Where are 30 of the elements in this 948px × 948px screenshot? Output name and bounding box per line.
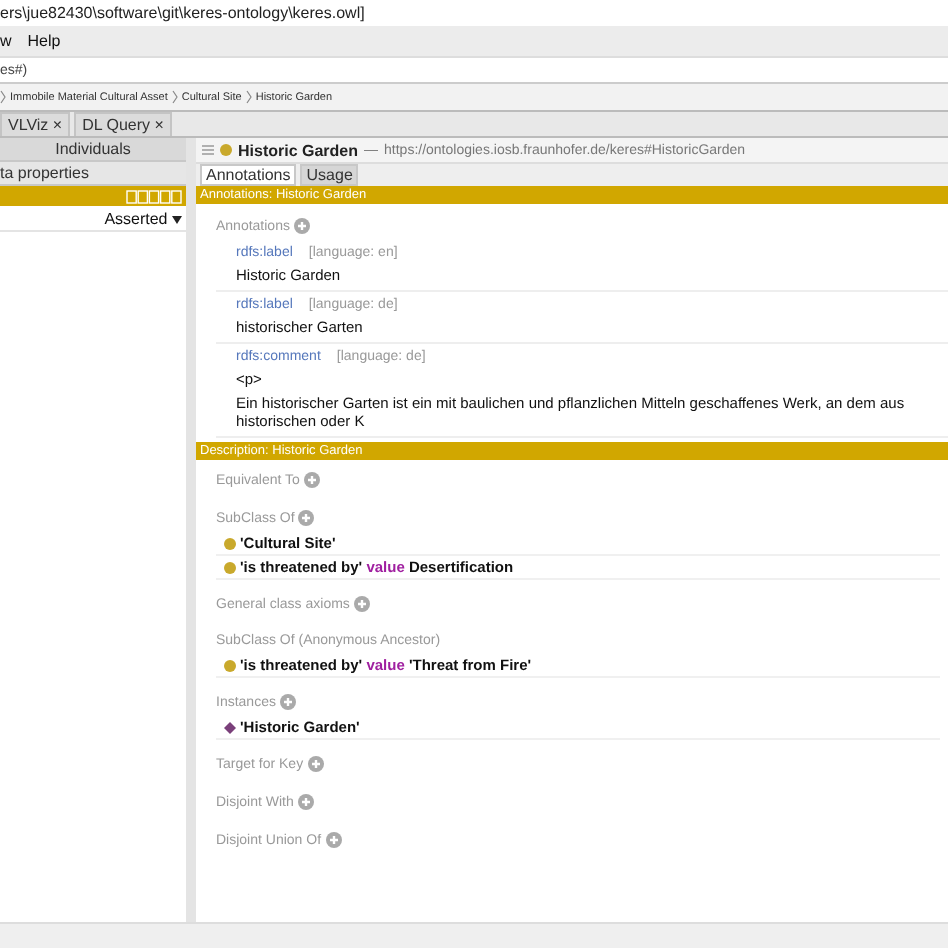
- class-dot-icon: [220, 144, 232, 156]
- add-icon[interactable]: [293, 218, 310, 234]
- tab[interactable]: Usage: [300, 164, 359, 186]
- chevron-icon: [245, 90, 252, 104]
- chevron-icon: [171, 90, 178, 104]
- add-icon[interactable]: [279, 694, 296, 710]
- class-dot-icon: [224, 537, 236, 549]
- tab[interactable]: Annotations: [200, 164, 297, 186]
- window-title: ers\jue82430\software\git\keres-ontology\keres.owl]: [0, 4, 365, 22]
- add-icon[interactable]: [298, 510, 315, 526]
- chevron-icon: [0, 90, 6, 104]
- menu-icon[interactable]: [202, 144, 214, 156]
- view-controls-icon[interactable]: [126, 189, 182, 203]
- class-dot-icon: [224, 659, 236, 671]
- add-icon[interactable]: [303, 472, 320, 488]
- add-icon[interactable]: [297, 794, 314, 810]
- panel-tab[interactable]: Individuals: [0, 138, 186, 162]
- menu-item[interactable]: w: [0, 32, 12, 50]
- add-icon[interactable]: [353, 596, 370, 612]
- class-dot-icon: [224, 561, 236, 573]
- panel-tab[interactable]: ta properties: [0, 162, 186, 186]
- menu-item[interactable]: Help: [27, 32, 61, 50]
- tab[interactable]: DL Query ×: [74, 112, 172, 136]
- individual-diamond-icon: [224, 721, 236, 733]
- asserted-dropdown[interactable]: Asserted: [100, 209, 186, 227]
- add-icon[interactable]: [307, 756, 324, 772]
- add-icon[interactable]: [325, 832, 342, 848]
- caret-icon: [172, 215, 182, 223]
- entity-name: Historic Garden: [238, 141, 359, 159]
- tab[interactable]: VLViz ×: [0, 112, 71, 136]
